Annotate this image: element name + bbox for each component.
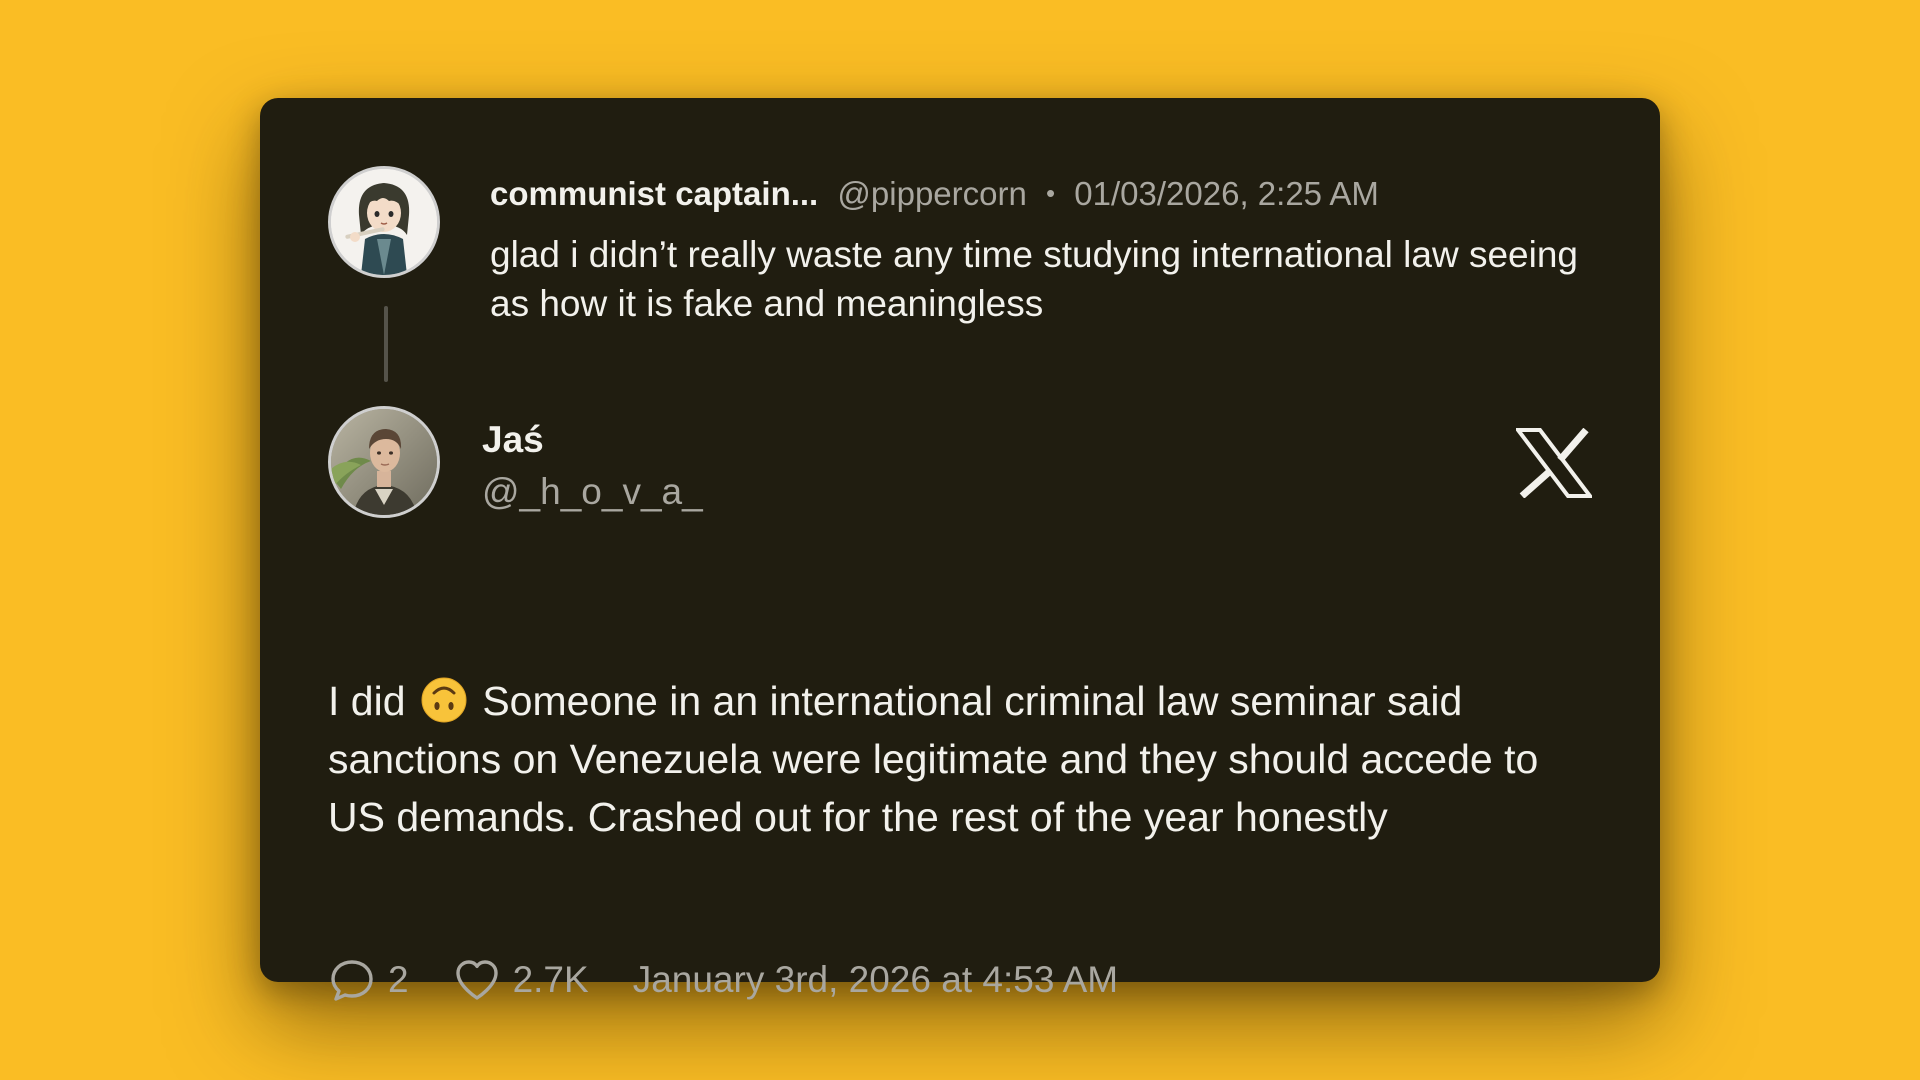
reply-text-rest: Someone in an international criminal law…: [328, 678, 1539, 840]
reply-avatar[interactable]: [328, 406, 440, 518]
anime-character-avatar-icon: [331, 169, 437, 275]
reply-text-start: I did: [328, 678, 406, 724]
reply-tweet-text: I did Someone in an international crimin…: [328, 672, 1598, 846]
parent-handle[interactable]: @pippercorn: [837, 175, 1026, 212]
reply-timestamp[interactable]: January 3rd, 2026 at 4:53 AM: [633, 959, 1118, 1001]
reply-count: 2: [388, 959, 409, 1000]
parent-avatar[interactable]: [328, 166, 440, 278]
upside-down-face-emoji-icon: [421, 677, 467, 723]
reply-display-name[interactable]: Jaś: [482, 416, 544, 464]
heart-icon[interactable]: [453, 956, 501, 1004]
tweet-footer: 2 2.7K January 3rd, 2026 at 4:53 AM: [328, 954, 1118, 1006]
parent-display-name[interactable]: communist captain...: [490, 175, 818, 212]
separator-dot: •: [1046, 178, 1056, 208]
x-logo-icon[interactable]: [1513, 427, 1595, 499]
parent-tweet-header: communist captain... @pippercorn • 01/03…: [490, 170, 1379, 220]
profile-photo-avatar-icon: [331, 409, 437, 515]
reply-handle[interactable]: @_h_o_v_a_: [482, 468, 703, 516]
comment-bubble-icon[interactable]: [328, 956, 376, 1004]
parent-tweet-text: glad i didn’t really waste any time stud…: [490, 234, 1578, 324]
parent-timestamp[interactable]: 01/03/2026, 2:25 AM: [1074, 175, 1379, 212]
thread-connector-line: [384, 306, 388, 382]
tweet-card: communist captain... @pippercorn • 01/03…: [260, 98, 1660, 1001]
like-count: 2.7K: [512, 959, 589, 1000]
